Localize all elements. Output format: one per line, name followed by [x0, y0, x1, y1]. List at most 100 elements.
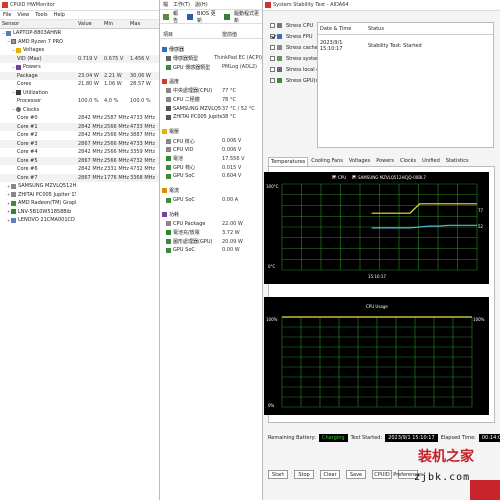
sensor-row[interactable]: 電池 17.556 V — [160, 154, 262, 163]
column-current-value[interactable]: 當前值 — [222, 31, 237, 38]
sensor-label-cell: CPU Package — [160, 221, 222, 227]
sensor-group-header[interactable]: 功耗 — [160, 210, 262, 220]
legend-cpu-marker — [332, 175, 336, 180]
menu-help[interactable]: Help — [54, 12, 65, 18]
sensor-reading-row[interactable]: Core #1 2842 MHz 2566 MHz 4733 MHz — [0, 122, 159, 131]
column-item[interactable]: 項目 — [160, 31, 222, 38]
sensor-reading-row[interactable]: Core #3 2867 MHz 2566 MHz 4733 MHz — [0, 139, 159, 148]
sensor-label-cell: GPU 核心 — [160, 164, 222, 171]
sensor-row[interactable]: CPU VID 0.006 V — [160, 146, 262, 155]
sensor-reading-row[interactable]: VID (Max) 0.719 V 0.675 V 1.456 V — [0, 54, 159, 63]
sensor-reading-row[interactable]: Processor 100.0 % 4.0 % 100.0 % — [0, 97, 159, 106]
sensor-reading-row[interactable]: Cores 21.80 W 1.06 W 28.57 W — [0, 80, 159, 89]
tree-node-row[interactable]: − Voltages — [0, 46, 159, 55]
tab-statistics[interactable]: Statistics — [443, 156, 472, 166]
sensor-row[interactable]: 中央處理器(CPU) 77 °C — [160, 87, 262, 96]
stop-button[interactable]: Stop — [294, 470, 314, 479]
sensor-row[interactable]: GPU 核心 0.015 V — [160, 163, 262, 172]
menu-file[interactable]: File — [3, 12, 11, 18]
stress-checkbox[interactable] — [270, 56, 275, 61]
legend-disk-checkbox[interactable] — [352, 175, 356, 179]
start-button[interactable]: Start — [268, 470, 288, 479]
sensor-reading-row[interactable]: Core #6 2842 MHz 2331 MHz 4732 MHz — [0, 165, 159, 174]
report-button[interactable]: 報告 — [163, 10, 182, 24]
sensor-label: GPU SoC — [173, 247, 195, 254]
sensor-row[interactable]: 傳感器類型 ThinkPad EC (ACPI) — [160, 54, 262, 63]
legend-cpu-checkbox[interactable] — [332, 175, 336, 179]
tree-node-row[interactable]: +SAMSUNG MZVLQ512HCJQ-... — [0, 182, 159, 191]
sensor-toolbar: 報告 BIOS 更新 驅動程式更新 — [160, 10, 262, 24]
stress-checkbox[interactable] — [270, 78, 275, 83]
tab-powers[interactable]: Powers — [373, 156, 397, 166]
menu-tools[interactable]: Tools — [35, 12, 47, 18]
tree-node-row[interactable]: + LNV-5B10W51858Bib — [0, 208, 159, 217]
tree-node-row[interactable]: − Utilization — [0, 89, 159, 98]
sensor-reading-row[interactable]: Core #7 2867 MHz 1776 MHz 3368 MHz — [0, 173, 159, 182]
column-min[interactable]: Min — [102, 21, 128, 27]
stress-checkbox[interactable] — [270, 45, 275, 50]
tree-node-row[interactable]: + LENOVO 21CMA001CD — [0, 216, 159, 225]
sensor-row[interactable]: 電池充/放電 3.72 W — [160, 228, 262, 237]
sensor-row[interactable]: GPU SoC 0.604 V — [160, 172, 262, 181]
menu-item[interactable]: 工作(T) — [173, 1, 190, 8]
column-max[interactable]: Max — [128, 21, 158, 27]
tree-node-row[interactable]: − AMD Ryzen 7 PRO — [0, 38, 159, 47]
column-sensor[interactable]: Sensor — [0, 21, 76, 27]
tab-clocks[interactable]: Clocks — [397, 156, 419, 166]
tab-cooling-fans[interactable]: Cooling Fans — [308, 156, 346, 166]
sensor-group-header[interactable]: 傳感器 — [160, 44, 262, 54]
tab-unified[interactable]: Unified — [419, 156, 443, 166]
stress-checkbox[interactable] — [270, 34, 275, 39]
sensor-row[interactable]: GPU SoC 0.00 A — [160, 196, 262, 205]
bios-update-button[interactable]: BIOS 更新 — [187, 10, 219, 24]
sensor-reading-row[interactable]: Package 23.04 W 2.21 W 30.06 W — [0, 71, 159, 80]
cpuid-button[interactable]: CPUID — [372, 470, 392, 479]
sensor-row[interactable]: CPU Package 22.00 W — [160, 220, 262, 229]
tree-node-row[interactable]: +AMD Radeon(TM) Graphics — [0, 199, 159, 208]
sensor-reading-row[interactable]: Core #2 2842 MHz 2566 MHz 3887 MHz — [0, 131, 159, 140]
sensor-row[interactable]: CPU 核心 0.006 V — [160, 137, 262, 146]
clear-button[interactable]: Clear — [320, 470, 340, 479]
tab-temperatures[interactable]: Temperatures — [268, 157, 309, 166]
menu-view[interactable]: View — [17, 12, 29, 18]
sensor-reading-row[interactable]: Core #4 2842 MHz 2566 MHz 3359 MHz — [0, 148, 159, 157]
graph-tabs: Temperatures Cooling Fans Voltages Powers Cl… — [268, 155, 472, 166]
sensor-group-header[interactable]: 電壓 — [160, 127, 262, 137]
sensor-label-cell: GPU SoC — [160, 197, 222, 203]
menu-item[interactable]: 檔 — [163, 1, 168, 8]
sensor-value: PMLog (ADL2) — [222, 64, 257, 71]
sensor-row[interactable]: SAMSUNG MZVLQ512HCJQ...37 °C / 52 °C — [160, 104, 262, 113]
sensor-cell: Cores — [0, 81, 76, 87]
sensor-value: 0.00 W — [222, 247, 240, 254]
tree-node-row[interactable]: − Clocks — [0, 106, 159, 115]
sensor-row[interactable]: ZHITAI PC005 Jupiter 1TB38 °C — [160, 113, 262, 122]
sensor-row[interactable]: CPU 二極體 78 °C — [160, 95, 262, 104]
sensor-row[interactable]: GPU SoC 0.00 W — [160, 246, 262, 255]
tree-node-row[interactable]: + ZHITAI PC005 Jupiter 1TB — [0, 191, 159, 200]
sensor-group-header[interactable]: 電流 — [160, 186, 262, 196]
sensor-cell: Core #2 — [0, 132, 76, 138]
column-value[interactable]: Value — [76, 21, 102, 27]
sensor-row[interactable]: GPU 傳感器類型 PMLog (ADL2) — [160, 63, 262, 72]
driver-update-button[interactable]: 驅動程式更新 — [223, 10, 262, 24]
sensor-label: GPU SoC — [173, 197, 195, 204]
battery-icon — [11, 209, 16, 215]
sensor-row[interactable]: 圖形處理器(GPU) 20.09 W — [160, 237, 262, 246]
cpu-icon — [166, 88, 171, 94]
sensor-min: 2566 MHz — [104, 157, 130, 164]
gpu-icon — [166, 64, 171, 70]
save-button[interactable]: Save — [346, 470, 366, 479]
stress-checkbox[interactable] — [270, 67, 275, 72]
sensor-min: 0.675 V — [104, 55, 124, 62]
stress-checkbox[interactable] — [270, 23, 275, 28]
legend-cpu-label: CPU — [338, 175, 347, 180]
tree-node-row[interactable]: − LAPTOP-8803AHNR — [0, 29, 159, 38]
sensor-group-header[interactable]: 溫度 — [160, 77, 262, 87]
sensor-label: Powers — [23, 64, 41, 71]
sensor-reading-row[interactable]: Core #0 2842 MHz 2587 MHz 4733 MHz — [0, 114, 159, 123]
hwmonitor-menubar: File View Tools Help — [0, 11, 159, 20]
tree-node-row[interactable]: − Powers — [0, 63, 159, 72]
tab-voltages[interactable]: Voltages — [346, 156, 373, 166]
sensor-reading-row[interactable]: Core #5 2867 MHz 2566 MHz 4732 MHz — [0, 156, 159, 165]
menu-item[interactable]: 說(H) — [195, 1, 208, 8]
